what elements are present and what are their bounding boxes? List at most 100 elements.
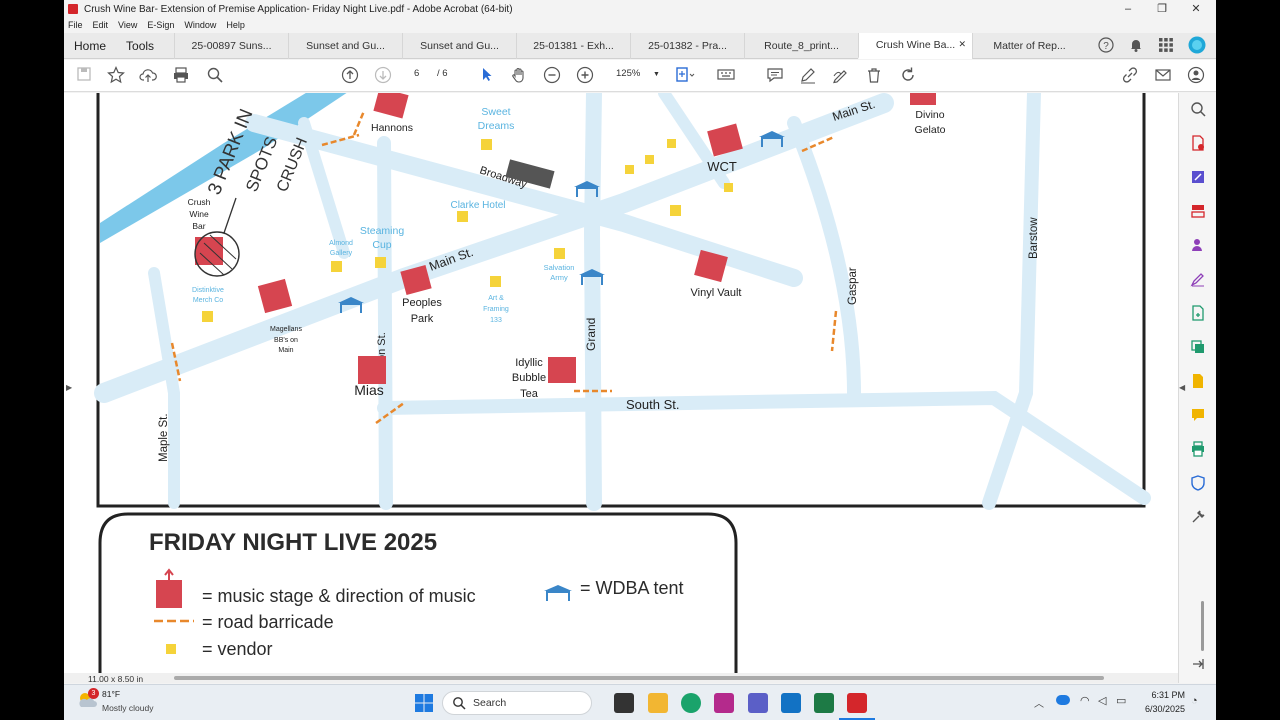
menu-help[interactable]: Help [226, 20, 245, 30]
create-pdf-icon[interactable] [1189, 305, 1207, 323]
menu-esign[interactable]: E-Sign [147, 20, 174, 30]
place-label-salvation-army: Army [550, 273, 568, 282]
clock-date[interactable]: 6/30/2025 [1135, 704, 1185, 714]
select-arrow-icon[interactable] [477, 66, 497, 86]
star-icon[interactable] [106, 66, 126, 86]
mail-icon[interactable] [1153, 66, 1173, 86]
place-label-peoples-park: Park [411, 313, 434, 325]
organize-pages-icon[interactable] [1189, 203, 1207, 221]
hand-tool-icon[interactable] [509, 66, 529, 86]
menu-view[interactable]: View [118, 20, 137, 30]
request-signature-icon[interactable] [1189, 237, 1207, 255]
scan-ocr-icon[interactable] [1189, 373, 1207, 391]
comment-icon[interactable] [765, 66, 785, 86]
expand-pane-icon[interactable] [1189, 657, 1207, 675]
wifi-icon[interactable]: ◠ [1080, 694, 1090, 707]
link-icon[interactable] [1120, 66, 1140, 86]
delete-icon[interactable] [864, 66, 884, 86]
print-production-icon[interactable] [1189, 441, 1207, 459]
fill-sign-icon[interactable] [1189, 271, 1207, 289]
excel-icon[interactable] [814, 693, 834, 713]
tab-document[interactable]: 25-01382 - Pra... [630, 32, 744, 59]
legend-vendor-label: = vendor [202, 639, 273, 659]
notification-bell-icon[interactable]: ◔ [1191, 695, 1198, 707]
task-view-icon[interactable] [614, 693, 634, 713]
combine-files-icon[interactable] [1189, 339, 1207, 357]
zoom-in-icon[interactable] [575, 66, 595, 86]
acrobat-app-icon [68, 4, 78, 14]
scrollbar-thumb[interactable] [174, 676, 1104, 680]
document-viewport[interactable]: Main St. Main St. Broadway Grand South S… [64, 93, 1178, 673]
print-icon[interactable] [171, 66, 191, 86]
window-title: Crush Wine Bar- Extension of Premise App… [84, 3, 513, 15]
tab-home[interactable]: Home [64, 33, 116, 59]
apps-grid-icon[interactable] [1158, 37, 1174, 56]
tab-document[interactable]: Sunset and Gu... [402, 32, 516, 59]
legend-vendor-icon [166, 644, 176, 654]
app-c-icon[interactable] [714, 693, 734, 713]
windows-start-icon[interactable] [414, 693, 434, 713]
page-number-input[interactable]: 6 [414, 68, 419, 79]
search-icon [452, 696, 466, 715]
onedrive-icon[interactable] [1056, 695, 1070, 705]
help-icon[interactable]: ? [1098, 36, 1114, 56]
left-panel-toggle-icon[interactable]: ▶ [66, 383, 72, 392]
zoom-out-icon[interactable] [542, 66, 562, 86]
keyboard-icon[interactable] [716, 66, 736, 86]
maximize-button[interactable]: ❐ [1144, 0, 1180, 18]
bell-icon[interactable] [1128, 37, 1144, 56]
tab-document[interactable]: Sunset and Gu... [288, 32, 402, 59]
tab-document[interactable]: 25-01381 - Exh... [516, 32, 630, 59]
vendor-marker [375, 257, 386, 268]
comment-panel-icon[interactable] [1189, 407, 1207, 425]
horizontal-scrollbar[interactable] [64, 673, 1178, 683]
menu-file[interactable]: File [68, 20, 83, 30]
fit-page-icon[interactable] [674, 66, 696, 86]
save-icon[interactable] [74, 66, 94, 86]
acrobat-taskbar-icon[interactable] [847, 693, 867, 713]
volume-icon[interactable]: ◁ [1098, 694, 1106, 707]
vertical-scrollbar-thumb[interactable] [1201, 601, 1204, 651]
edit-pdf-icon[interactable] [1189, 169, 1207, 187]
vendor-marker [625, 165, 634, 174]
close-button[interactable]: ✕ [1178, 0, 1214, 18]
place-label-crush: Wine [189, 209, 209, 219]
search-icon[interactable] [205, 66, 225, 86]
clock-time[interactable]: 6:31 PM [1139, 690, 1185, 700]
share-user-icon[interactable] [1186, 66, 1206, 86]
previous-page-icon[interactable] [340, 66, 360, 86]
tab-document[interactable]: 25-00897 Suns... [174, 32, 288, 59]
user-avatar[interactable] [1188, 36, 1206, 57]
battery-icon[interactable]: ▭ [1116, 694, 1126, 707]
teams-icon[interactable] [748, 693, 768, 713]
zoom-level-dropdown[interactable]: 125% ▼ [616, 68, 660, 79]
menu-edit[interactable]: Edit [93, 20, 109, 30]
outlook-icon[interactable] [781, 693, 801, 713]
next-page-icon[interactable] [373, 66, 393, 86]
clinton-road [377, 136, 393, 510]
place-label-distinktive: Merch Co [193, 297, 223, 304]
draw-tool-icon[interactable] [831, 66, 851, 86]
tab-document[interactable]: Matter of Rep... [972, 32, 1086, 59]
edge-browser-icon[interactable] [681, 693, 701, 713]
more-tools-icon[interactable] [1189, 509, 1207, 527]
highlight-pen-icon[interactable] [798, 66, 818, 86]
rotate-icon[interactable] [898, 66, 918, 86]
export-pdf-icon[interactable] [1189, 135, 1207, 153]
file-explorer-icon[interactable] [648, 693, 668, 713]
acrobat-window: Crush Wine Bar- Extension of Premise App… [64, 0, 1216, 720]
tab-document-active[interactable]: Crush Wine Ba... ✕ [858, 32, 973, 59]
zoom-search-icon[interactable] [1189, 101, 1207, 119]
minimize-button[interactable]: – [1110, 0, 1146, 18]
tab-close-icon[interactable]: ✕ [958, 39, 966, 50]
tab-tools[interactable]: Tools [116, 33, 174, 59]
menu-window[interactable]: Window [184, 20, 216, 30]
right-pane-collapse-icon[interactable]: ◀ [1179, 383, 1185, 392]
event-map: Main St. Main St. Broadway Grand South S… [94, 93, 1151, 673]
tray-chevron-icon[interactable]: ︿ [1034, 695, 1044, 710]
protect-icon[interactable] [1189, 475, 1207, 493]
tab-document[interactable]: Route_8_print... [744, 32, 858, 59]
taskbar-search-box[interactable]: Search [442, 691, 592, 715]
place-label-distinktive: Distinktive [192, 287, 224, 294]
cloud-upload-icon[interactable] [138, 66, 158, 86]
